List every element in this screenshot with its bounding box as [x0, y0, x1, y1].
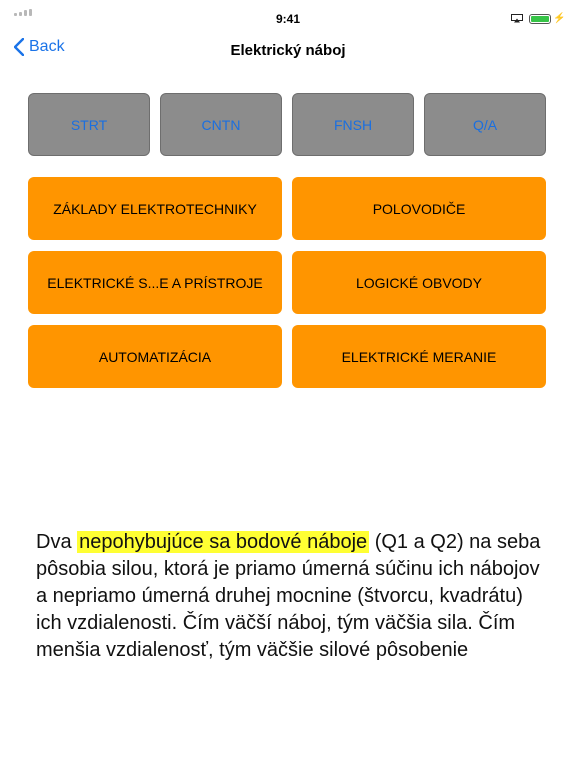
status-time: 9:41: [275, 12, 301, 26]
continue-button-label: CNTN: [201, 116, 241, 133]
highlighted-text: nepohybujúce sa bodové náboje: [77, 531, 370, 553]
finish-button[interactable]: FNSH: [292, 93, 414, 156]
category-button-automatizacia[interactable]: AUTOMATIZÁCIA: [28, 325, 282, 388]
content-paragraph: Dva nepohybujúce sa bodové náboje (Q1 a …: [36, 529, 546, 664]
category-button-zaklady[interactable]: ZÁKLADY ELEKTROTECHNIKY: [28, 177, 282, 240]
category-button-polovodice[interactable]: POLOVODIČE: [292, 177, 546, 240]
airplay-icon: [511, 14, 523, 23]
category-label: LOGICKÉ OBVODY: [355, 274, 483, 291]
finish-button-label: FNSH: [333, 116, 373, 133]
qa-button[interactable]: Q/A: [424, 93, 546, 156]
continue-button[interactable]: CNTN: [160, 93, 282, 156]
qa-button-label: Q/A: [472, 116, 498, 133]
category-label: ELEKTRICKÉ MERANIE: [341, 348, 497, 365]
bolt-icon: ⚡: [553, 13, 566, 24]
category-label: ZÁKLADY ELEKTROTECHNIKY: [53, 200, 257, 217]
page-title: Elektrický náboj: [230, 42, 346, 59]
category-button-elektricke-stroje[interactable]: ELEKTRICKÉ S...E A PRÍSTROJE: [28, 251, 282, 314]
category-label: POLOVODIČE: [372, 200, 466, 217]
category-label: AUTOMATIZÁCIA: [98, 348, 212, 365]
category-label: ELEKTRICKÉ S...E A PRÍSTROJE: [47, 274, 263, 291]
content-prefix: Dva: [36, 531, 78, 553]
battery-icon: [529, 14, 551, 24]
start-button-label: STRT: [70, 116, 108, 133]
category-button-meranie[interactable]: ELEKTRICKÉ MERANIE: [292, 325, 546, 388]
category-button-logicke-obvody[interactable]: LOGICKÉ OBVODY: [292, 251, 546, 314]
status-bar: 9:41 ⚡: [0, 0, 576, 26]
start-button[interactable]: STRT: [28, 93, 150, 156]
